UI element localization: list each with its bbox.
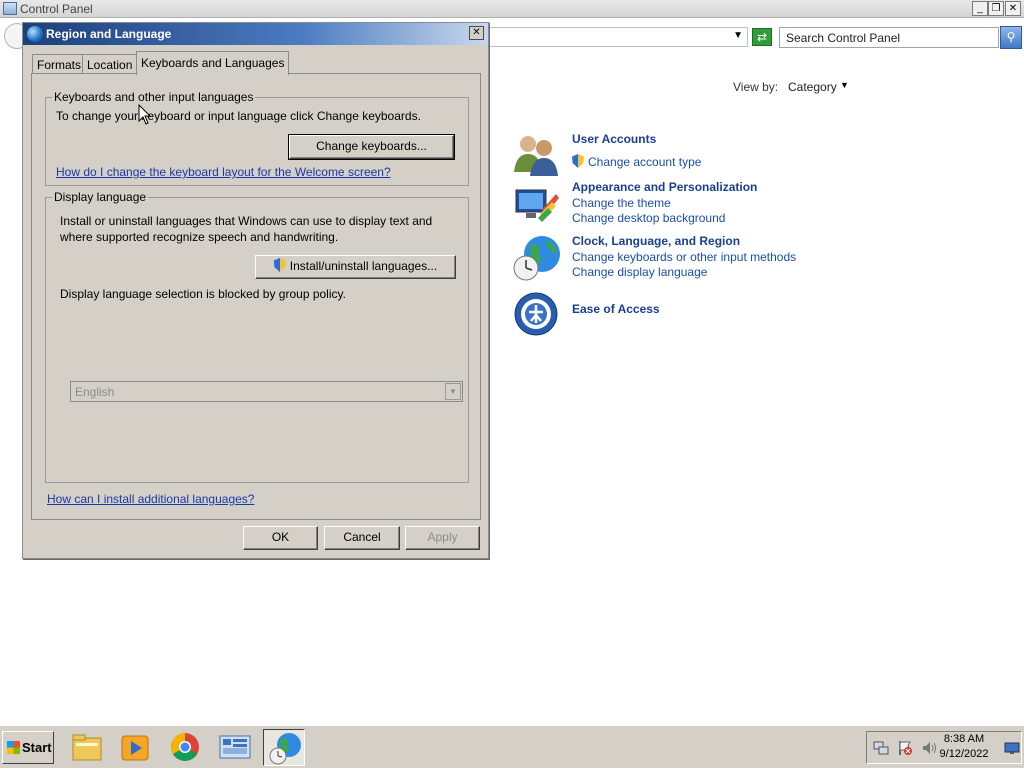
start-button[interactable]: Start	[2, 731, 54, 764]
windows-logo-icon	[7, 741, 20, 754]
appearance-icon	[515, 189, 559, 222]
globe-icon	[27, 26, 43, 42]
category-title[interactable]: User Accounts	[572, 132, 656, 146]
chevron-down-icon[interactable]: ▼	[445, 383, 461, 400]
search-input[interactable]: Search Control Panel	[779, 27, 999, 48]
window-title: Control Panel	[20, 2, 93, 16]
user-accounts-icon	[514, 136, 558, 176]
view-by-label: View by:	[733, 80, 779, 94]
volume-icon[interactable]	[921, 740, 937, 756]
policy-notice: Display language selection is blocked by…	[60, 287, 346, 301]
show-desktop-icon[interactable]	[1004, 742, 1020, 755]
category-title[interactable]: Clock, Language, and Region	[572, 234, 740, 248]
clock-date[interactable]: 9/12/2022	[939, 748, 989, 760]
change-keyboards-button[interactable]: Change keyboards...	[288, 134, 455, 160]
change-account-type-link[interactable]: Change account type	[572, 154, 701, 169]
mouse-cursor-icon	[138, 104, 152, 125]
category-title[interactable]: Appearance and Personalization	[572, 180, 757, 194]
tab-panel: Keyboards and other input languages To c…	[31, 73, 481, 520]
close-icon[interactable]: ✕	[469, 26, 484, 40]
restore-button[interactable]: ❐	[988, 1, 1004, 16]
close-button[interactable]: ✕	[1005, 1, 1021, 16]
display-language-text-1: Install or uninstall languages that Wind…	[60, 214, 433, 228]
control-panel-icon	[219, 735, 251, 759]
control-panel-icon	[3, 2, 17, 15]
keyboards-groupbox: Keyboards and other input languages To c…	[45, 90, 469, 186]
change-display-language-link[interactable]: Change display language	[572, 265, 707, 279]
keyboards-description: To change your keyboard or input languag…	[56, 109, 421, 123]
category-title[interactable]: Ease of Access	[572, 302, 660, 316]
display-language-groupbox: Display language Install or uninstall la…	[45, 190, 469, 483]
tab-location[interactable]: Location	[82, 54, 138, 74]
refresh-icon[interactable]: ⇄	[752, 28, 772, 46]
welcome-screen-keyboard-link[interactable]: How do I change the keyboard layout for …	[56, 165, 391, 179]
address-field[interactable]: ▼	[488, 27, 748, 47]
action-center-flag-icon[interactable]	[897, 740, 913, 756]
chrome-icon	[171, 733, 199, 761]
search-icon[interactable]: ⚲	[1000, 26, 1022, 49]
selected-language: English	[75, 385, 115, 399]
start-label: Start	[22, 740, 52, 755]
button-label: Install/uninstall languages...	[289, 259, 438, 273]
chrome-taskbar-button[interactable]	[164, 729, 206, 766]
explorer-taskbar-button[interactable]	[66, 729, 108, 766]
change-keyboards-link[interactable]: Change keyboards or other input methods	[572, 250, 796, 264]
dialog-titlebar: Region and Language ✕	[23, 23, 488, 45]
install-additional-languages-link[interactable]: How can I install additional languages?	[47, 492, 254, 506]
change-background-link[interactable]: Change desktop background	[572, 211, 725, 225]
apply-button[interactable]: Apply	[405, 526, 480, 550]
display-language-legend: Display language	[52, 190, 149, 204]
change-theme-link[interactable]: Change the theme	[572, 196, 671, 210]
globe-clock-icon	[269, 733, 301, 765]
link-label[interactable]: Change account type	[588, 155, 701, 169]
address-dropdown-icon[interactable]: ▼	[733, 30, 743, 41]
ease-of-access-icon	[514, 292, 558, 336]
category-user-accounts: User Accounts Change account type	[512, 132, 772, 178]
category-ease-of-access: Ease of Access	[512, 290, 712, 338]
view-by-dropdown[interactable]: Category	[788, 80, 837, 94]
shield-icon	[572, 154, 584, 168]
display-language-select[interactable]: English ▼	[70, 381, 463, 402]
control-panel-titlebar: Control Panel _ ❐ ✕	[0, 0, 1024, 18]
tab-formats[interactable]: Formats	[32, 54, 87, 74]
folder-icon	[72, 734, 102, 761]
keyboards-group-legend: Keyboards and other input languages	[52, 90, 256, 104]
dialog-title: Region and Language	[46, 27, 172, 41]
control-panel-taskbar-button[interactable]	[214, 729, 256, 766]
ok-button[interactable]: OK	[243, 526, 318, 550]
install-uninstall-languages-button[interactable]: Install/uninstall languages...	[255, 255, 456, 279]
cancel-button[interactable]: Cancel	[324, 526, 400, 550]
tab-keyboards-and-languages[interactable]: Keyboards and Languages	[136, 51, 290, 75]
globe-clock-icon	[513, 236, 560, 281]
media-player-taskbar-button[interactable]	[114, 729, 156, 766]
category-clock-language-region: Clock, Language, and Region Change keybo…	[512, 234, 812, 286]
minimize-button[interactable]: _	[972, 1, 988, 16]
network-icon[interactable]	[873, 740, 889, 756]
display-language-text-2: where supported recognize speech and han…	[60, 230, 339, 244]
category-appearance: Appearance and Personalization Change th…	[512, 180, 812, 228]
shield-icon	[273, 258, 286, 272]
media-player-icon	[121, 735, 149, 761]
region-language-dialog: Region and Language ✕ Formats Location K…	[22, 22, 489, 559]
region-language-taskbar-button[interactable]	[263, 729, 305, 766]
taskbar: Start	[0, 725, 1024, 768]
clock-time[interactable]: 8:38 AM	[939, 733, 989, 745]
view-by-chevron-icon[interactable]: ▼	[840, 80, 849, 90]
